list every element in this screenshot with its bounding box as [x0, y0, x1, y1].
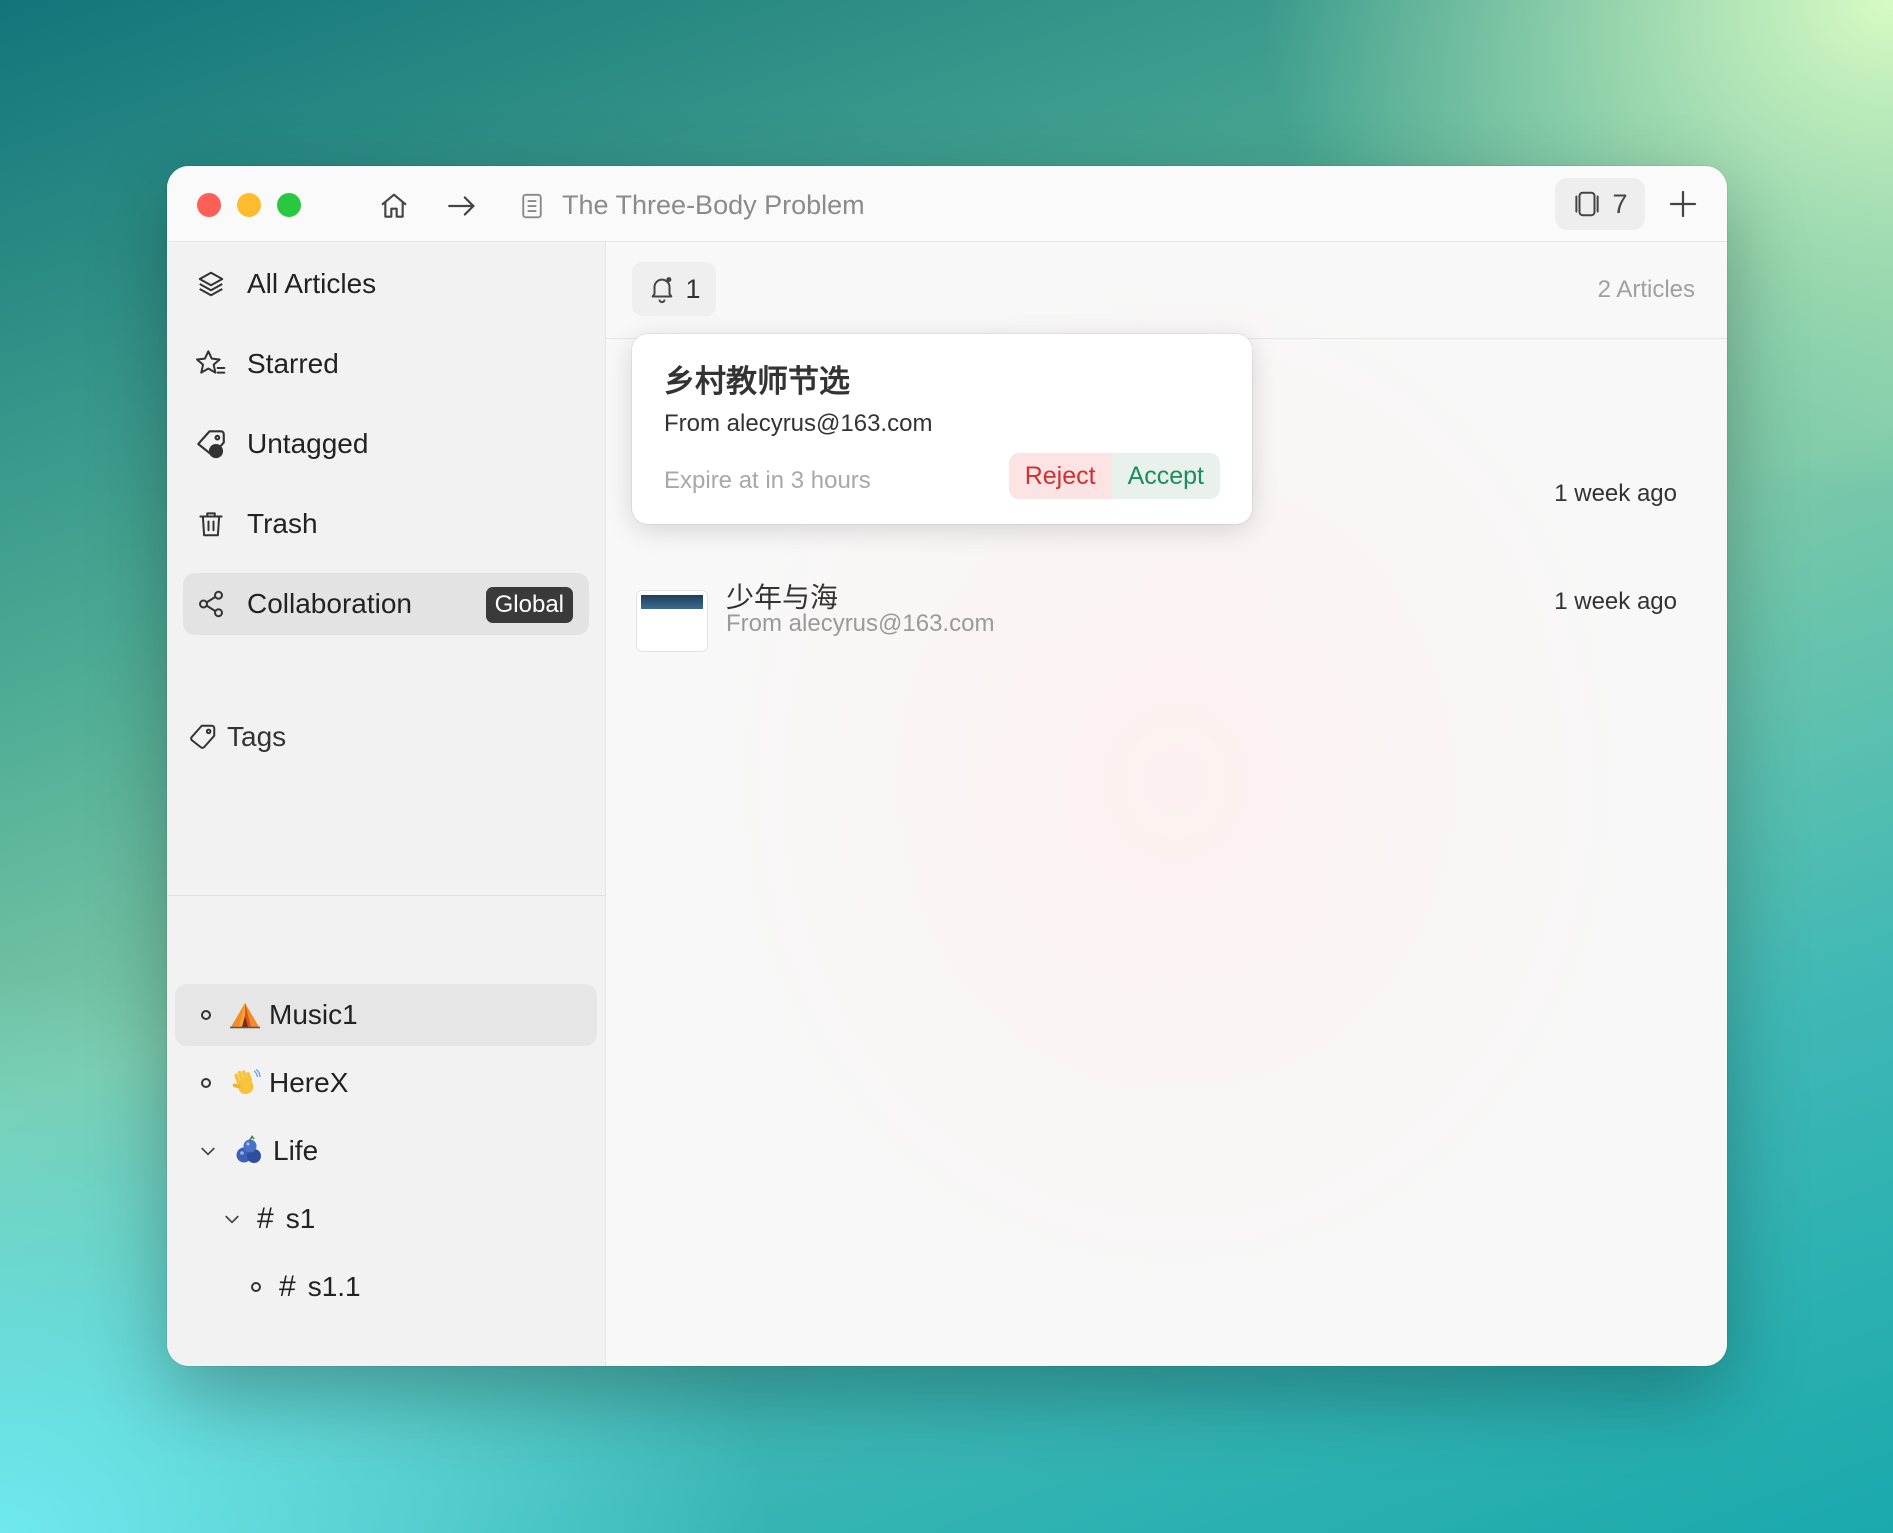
tag-item-s1[interactable]: # s1	[175, 1188, 597, 1250]
article-thumbnail	[636, 590, 708, 652]
zoom-window-button[interactable]	[277, 193, 301, 217]
layers-icon	[191, 264, 231, 304]
minimize-window-button[interactable]	[237, 193, 261, 217]
trash-icon	[191, 504, 231, 544]
notification-count: 1	[685, 273, 701, 304]
waving-hand-icon	[229, 1067, 261, 1099]
notifications-button[interactable]: 1	[632, 262, 716, 316]
sidebar: All Articles Starred ? Untagged Trash Co…	[167, 242, 606, 1366]
star-list-icon	[191, 344, 231, 384]
hash-icon: #	[257, 1202, 274, 1235]
tag-item-life[interactable]: Life	[175, 1120, 597, 1182]
hash-icon: #	[279, 1270, 296, 1303]
sidebar-item-untagged[interactable]: ? Untagged	[183, 413, 589, 475]
svg-text:?: ?	[213, 445, 219, 458]
tag-item-s1-1[interactable]: # s1.1	[175, 1256, 597, 1318]
tag-question-icon: ?	[191, 424, 231, 464]
sidebar-divider	[167, 895, 605, 896]
share-icon	[191, 584, 231, 624]
sidebar-item-all-articles[interactable]: All Articles	[183, 253, 589, 315]
tags-header[interactable]: Tags	[183, 712, 286, 762]
tag-label: s1	[285, 1203, 316, 1234]
tag-item-herex[interactable]: HereX	[175, 1052, 597, 1114]
sidebar-item-label: Untagged	[247, 428, 369, 459]
invitation-actions: Reject Accept	[1008, 453, 1220, 499]
plus-icon	[1669, 190, 1697, 218]
blueberries-icon	[233, 1135, 265, 1167]
article-from: From alecyrus@163.com	[726, 610, 995, 637]
titlebar: The Three-Body Problem 7	[167, 166, 1727, 242]
home-icon	[381, 193, 407, 218]
document-icon	[512, 186, 552, 226]
tag-label: s1.1	[307, 1271, 361, 1302]
invitation-expire: Expire at in 3 hours	[664, 467, 871, 494]
tag-label: HereX	[269, 1067, 349, 1098]
sidebar-item-label: Collaboration	[247, 588, 412, 619]
reject-button[interactable]: Reject	[1008, 453, 1112, 499]
main-toolbar: 1 2 Articles	[606, 242, 1727, 339]
chevron-down-icon[interactable]	[197, 1140, 219, 1162]
sidebar-item-label: Starred	[247, 348, 339, 379]
article-row[interactable]: 少年与海 From alecyrus@163.com 1 week ago	[606, 582, 1727, 698]
page-title: The Three-Body Problem	[562, 190, 865, 220]
sidebar-item-starred[interactable]: Starred	[183, 333, 589, 395]
accept-button[interactable]: Accept	[1111, 453, 1220, 499]
invitation-title: 乡村教师节选	[664, 364, 850, 399]
arrow-right-icon	[448, 196, 475, 216]
articles-count: 2 Articles	[1597, 276, 1695, 303]
bullet-icon	[201, 1010, 211, 1020]
sidebar-item-label: Trash	[247, 508, 318, 539]
home-button[interactable]	[374, 186, 414, 226]
tent-icon	[229, 999, 261, 1031]
invitation-from: From alecyrus@163.com	[664, 410, 933, 437]
global-badge: Global	[485, 587, 573, 623]
tags-label: Tags	[227, 721, 287, 752]
tag-icon	[185, 719, 221, 755]
invitation-popover: 乡村教师节选 From alecyrus@163.com Expire at i…	[632, 334, 1252, 524]
tabs-icon	[1575, 191, 1600, 217]
sidebar-item-label: All Articles	[247, 268, 377, 299]
forward-button[interactable]	[442, 186, 482, 226]
tag-label: Life	[273, 1135, 319, 1166]
chevron-down-icon[interactable]	[221, 1208, 243, 1230]
article-time: 1 week ago	[1554, 588, 1677, 615]
tag-item-music1[interactable]: Music1	[175, 984, 597, 1046]
article-time: 1 week ago	[1554, 480, 1677, 507]
tabs-button[interactable]: 7	[1555, 178, 1645, 230]
new-tab-button[interactable]	[1661, 182, 1705, 226]
sidebar-item-collaboration[interactable]: Collaboration Global	[183, 573, 589, 635]
tag-label: Music1	[269, 999, 358, 1030]
sidebar-item-trash[interactable]: Trash	[183, 493, 589, 555]
tabs-count: 7	[1612, 188, 1628, 219]
bullet-icon	[201, 1078, 211, 1088]
app-window: The Three-Body Problem 7 All Articles St…	[167, 166, 1727, 1366]
bullet-icon	[251, 1282, 261, 1292]
bell-icon	[652, 277, 673, 304]
close-window-button[interactable]	[197, 193, 221, 217]
